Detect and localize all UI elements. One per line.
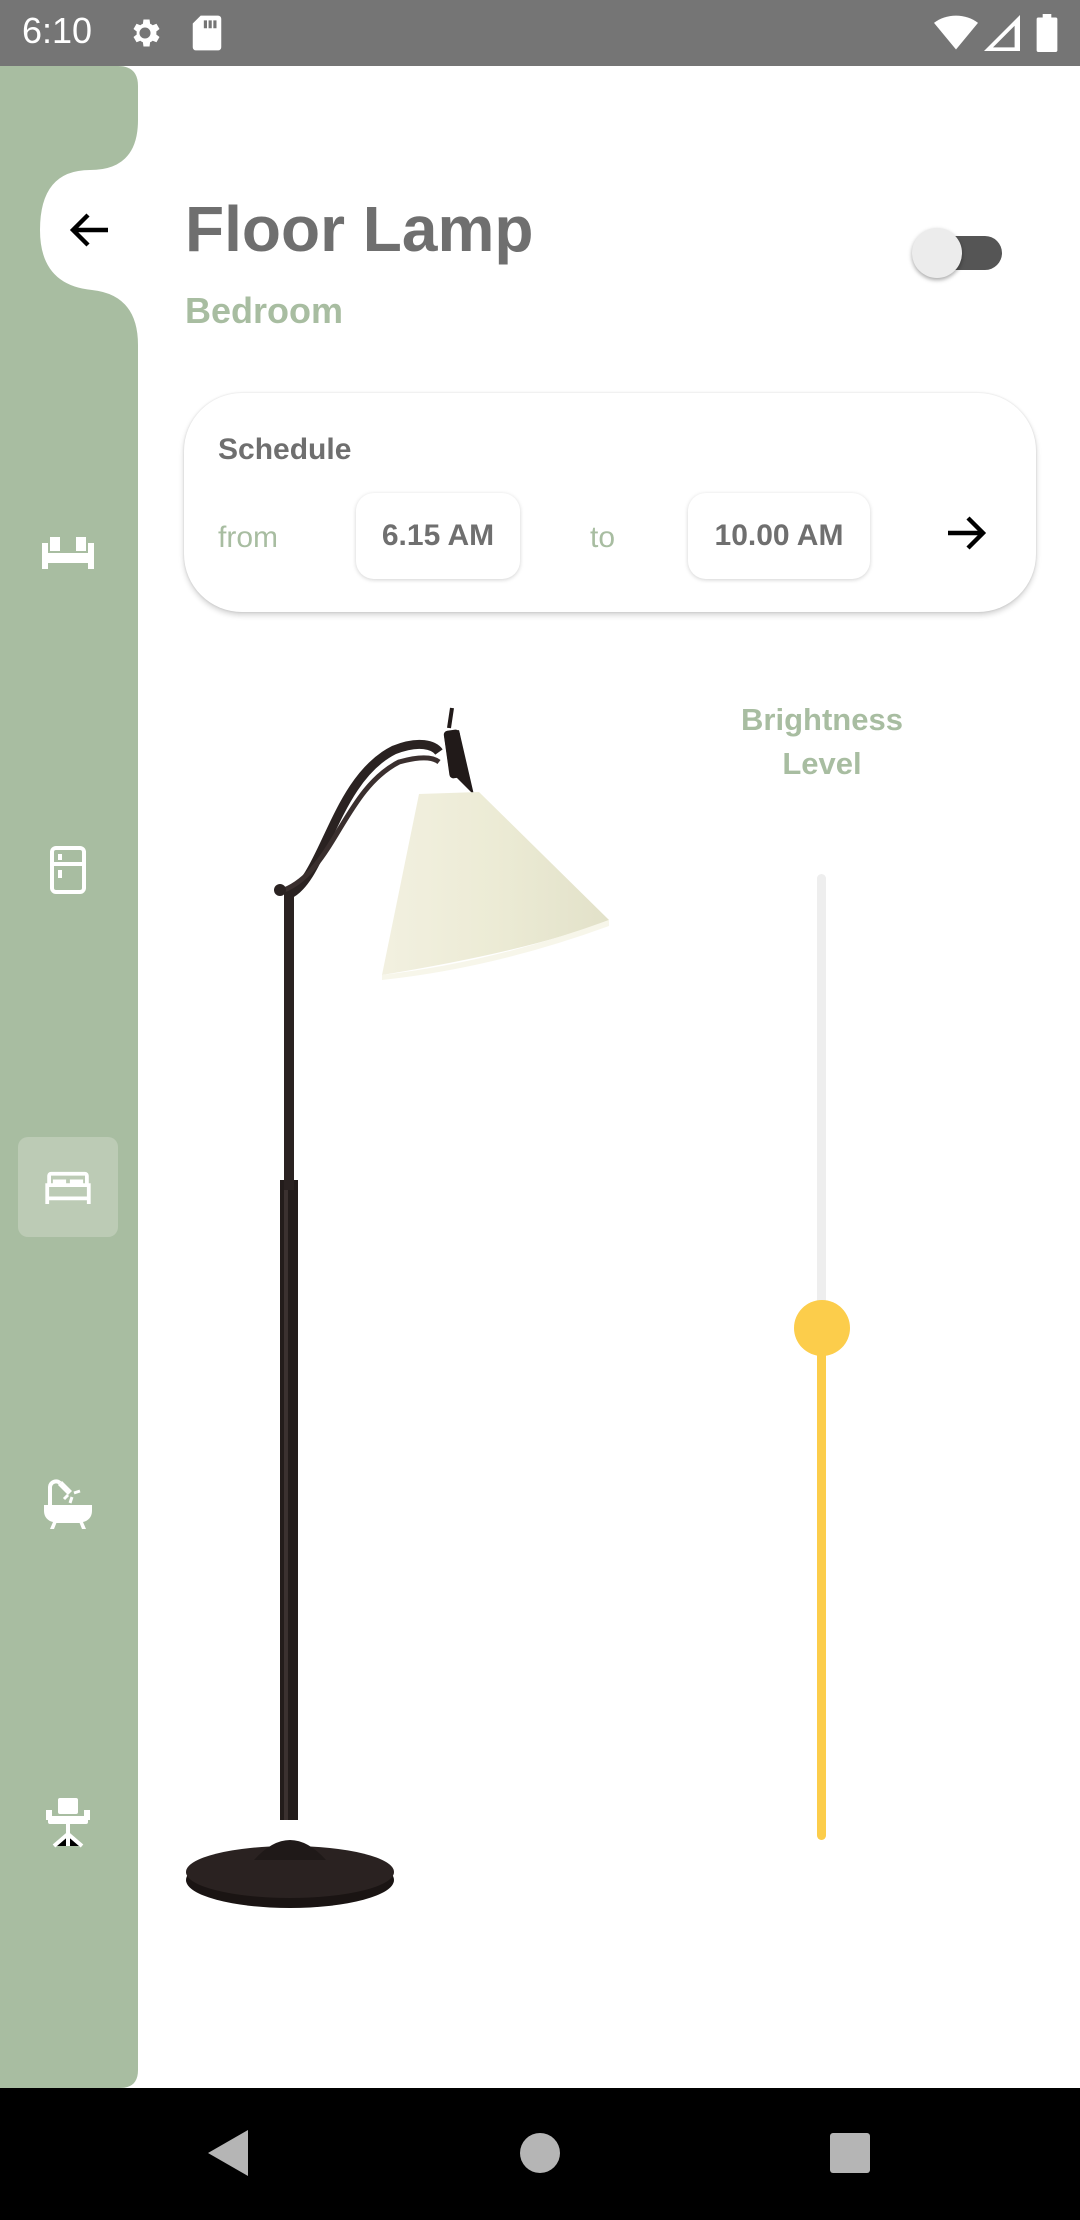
square-recents-icon	[830, 2133, 870, 2173]
from-time-button[interactable]: 6.15 AM	[356, 493, 520, 579]
sd-card-icon	[192, 15, 222, 51]
triangle-back-icon	[208, 2130, 248, 2176]
status-bar: 6:10	[0, 0, 1080, 66]
sidebar-item-office[interactable]	[18, 1772, 118, 1872]
nav-home-button[interactable]	[505, 2118, 575, 2188]
bathtub-icon	[44, 1479, 92, 1529]
from-label: from	[218, 521, 278, 554]
system-nav-bar	[0, 2088, 1080, 2220]
schedule-title: Schedule	[218, 433, 352, 466]
status-time: 6:10	[22, 10, 93, 51]
slider-fill	[817, 1328, 826, 1840]
back-button[interactable]	[50, 195, 130, 265]
settings-icon	[133, 19, 160, 47]
screen: 6:10 Floor Lamp Bedroom Schedule from 6.…	[0, 0, 1080, 2220]
to-time-button[interactable]: 10.00 AM	[688, 493, 870, 579]
toggle-thumb	[912, 228, 962, 278]
slider-thumb[interactable]	[794, 1300, 850, 1356]
schedule-card: Schedule from 6.15 AM to 10.00 AM	[184, 393, 1036, 612]
room-subtitle: Bedroom	[185, 290, 344, 331]
wifi-icon	[934, 15, 978, 50]
arrow-back-icon	[69, 213, 108, 247]
sidebar-item-living-room[interactable]	[18, 503, 118, 603]
circle-home-icon	[520, 2133, 560, 2173]
power-toggle[interactable]	[912, 228, 1004, 278]
nav-recents-button[interactable]	[815, 2118, 885, 2188]
page-title: Floor Lamp	[185, 193, 534, 265]
sidebar-item-bathroom[interactable]	[18, 1455, 118, 1555]
brightness-label-line1: Brightness	[741, 702, 903, 737]
sidebar-item-kitchen[interactable]	[18, 820, 118, 920]
sidebar-item-bedroom[interactable]	[18, 1137, 118, 1237]
brightness-label: Brightness Level	[700, 698, 944, 786]
office-chair-icon	[46, 1798, 90, 1848]
arrow-forward-icon	[948, 516, 987, 550]
schedule-next-button[interactable]	[936, 503, 996, 563]
battery-icon	[1036, 14, 1058, 52]
sofa-icon	[42, 537, 94, 569]
brightness-slider[interactable]	[790, 874, 854, 1840]
signal-icon	[984, 15, 1020, 51]
floor-lamp-image	[186, 707, 609, 1908]
fridge-icon	[50, 846, 86, 894]
bed-icon	[45, 1171, 91, 1204]
nav-back-button[interactable]	[192, 2118, 262, 2188]
to-label: to	[590, 521, 616, 554]
brightness-label-line2: Level	[782, 746, 862, 781]
